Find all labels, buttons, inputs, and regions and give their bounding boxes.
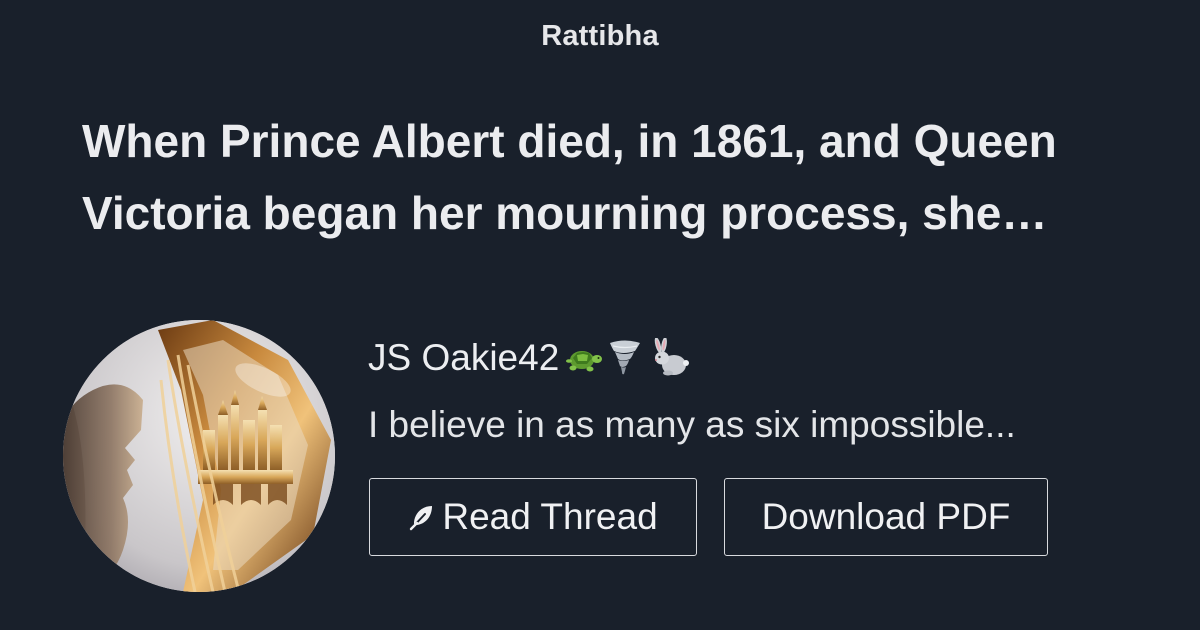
feather-icon [408, 503, 436, 531]
thread-title-line-1: When Prince Albert died, in 1861, and Qu… [82, 115, 1057, 167]
read-thread-button[interactable]: Read Thread [369, 478, 697, 556]
read-thread-label: Read Thread [442, 496, 658, 537]
thread-title-line-2: Victoria began her mourning process, she… [82, 187, 1048, 239]
author-name: JS Oakie42 [368, 337, 560, 378]
author-name-row: JS Oakie42 [368, 337, 691, 379]
author-bio: I believe in as many as six impossible..… [368, 404, 1016, 445]
turtle-icon [566, 351, 603, 372]
tornado-icon [610, 340, 641, 375]
download-pdf-label: Download PDF [761, 496, 1011, 537]
author-avatar [63, 320, 335, 592]
download-pdf-button[interactable]: Download PDF [724, 478, 1048, 556]
thread-title: When Prince Albert died, in 1861, and Qu… [82, 105, 1132, 249]
rabbit-icon [655, 338, 690, 376]
avatar-image [63, 320, 335, 592]
brand-name: Rattibha [541, 20, 659, 52]
share-card: Rattibha When Prince Albert died, in 186… [0, 0, 1200, 630]
author-emojis [563, 338, 691, 378]
